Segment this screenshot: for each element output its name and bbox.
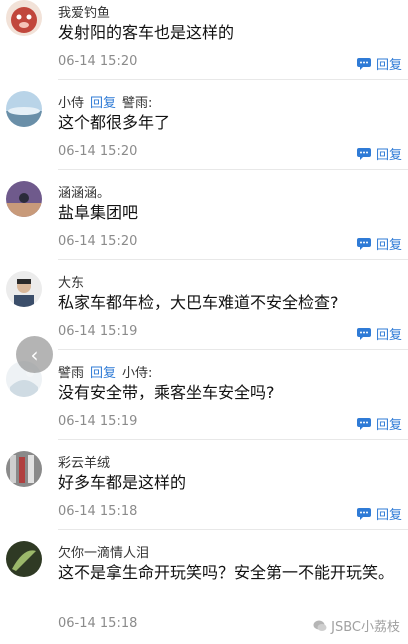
comment-meta: 06-14 15:20 回复 <box>58 234 402 254</box>
username[interactable]: 彩云羊绒 <box>58 456 110 471</box>
timestamp: 06-14 15:18 <box>58 616 138 631</box>
reply-button[interactable]: 回复 <box>356 504 402 523</box>
reply-label[interactable]: 回复 <box>376 414 402 433</box>
chevron-left-icon: ‹ <box>30 342 39 367</box>
reply-to-username[interactable]: 小侍: <box>122 366 152 381</box>
wechat-icon <box>313 620 327 631</box>
reply-label[interactable]: 回复 <box>376 144 402 163</box>
comment-item: 彩云羊绒 好多车都是这样的 06-14 15:18 回复 <box>0 440 408 530</box>
comment-text: 这个都很多年了 <box>58 113 171 132</box>
comment-username-line: 譬雨 回复 小侍: <box>58 362 152 381</box>
comment-username[interactable]: 涵涵涵。 <box>58 182 110 201</box>
comment-item: 小侍 回复 譬雨: 这个都很多年了 06-14 15:20 回复 <box>0 80 408 170</box>
avatar[interactable] <box>6 451 42 487</box>
username[interactable]: 欠你一滴情人泪 <box>58 546 149 561</box>
comment-meta: 06-14 15:19 回复 <box>58 414 402 434</box>
reply-tag: 回复 <box>90 96 117 111</box>
comment-bubble-icon <box>356 147 371 160</box>
username[interactable]: 涵涵涵。 <box>58 186 110 201</box>
reply-button[interactable]: 回复 <box>356 324 402 343</box>
avatar[interactable] <box>6 271 42 307</box>
reply-button[interactable]: 回复 <box>356 234 402 253</box>
watermark-text: JSBC小荔枝 <box>331 620 400 635</box>
timestamp: 06-14 15:19 <box>58 324 138 339</box>
avatar[interactable] <box>6 0 42 36</box>
reply-button[interactable]: 回复 <box>356 54 402 73</box>
comment-username-line: 小侍 回复 譬雨: <box>58 92 152 111</box>
timestamp: 06-14 15:20 <box>58 234 138 249</box>
comment-meta: 06-14 15:19 回复 <box>58 324 402 344</box>
reply-label[interactable]: 回复 <box>376 234 402 253</box>
avatar[interactable] <box>6 91 42 127</box>
reply-label[interactable]: 回复 <box>376 504 402 523</box>
comment-feed: 我爱钓鱼 发射阳的客车也是这样的 06-14 15:20 回复 小侍 回复 譬雨: … <box>0 0 408 644</box>
back-button[interactable]: ‹ <box>16 336 53 373</box>
comment-text: 没有安全带，乘客坐车安全吗? <box>58 383 275 402</box>
username[interactable]: 我爱钓鱼 <box>58 6 110 21</box>
reply-to-username[interactable]: 譬雨: <box>122 96 152 111</box>
comment-username[interactable]: 欠你一滴情人泪 <box>58 542 149 561</box>
comment-item: 大东 私家车都年检，大巴车难道不安全检查? 06-14 15:19 回复 <box>0 260 408 350</box>
timestamp: 06-14 15:18 <box>58 504 138 519</box>
username[interactable]: 譬雨 <box>58 366 84 381</box>
comment-bubble-icon <box>356 327 371 340</box>
reply-tag: 回复 <box>90 366 117 381</box>
comment-text: 盐阜集团吧 <box>58 203 139 222</box>
comment-meta: 06-14 15:18 回复 <box>58 504 402 524</box>
reply-label[interactable]: 回复 <box>376 324 402 343</box>
comment-item: 涵涵涵。 盐阜集团吧 06-14 15:20 回复 <box>0 170 408 260</box>
comment-username[interactable]: 大东 <box>58 272 84 291</box>
username[interactable]: 小侍 <box>58 96 84 111</box>
comment-username[interactable]: 彩云羊绒 <box>58 452 110 471</box>
username[interactable]: 大东 <box>58 276 84 291</box>
comment-bubble-icon <box>356 417 371 430</box>
watermark: JSBC小荔枝 <box>313 616 400 635</box>
comment-text: 发射阳的客车也是这样的 <box>58 23 235 42</box>
comment-bubble-icon <box>356 237 371 250</box>
reply-label[interactable]: 回复 <box>376 54 402 73</box>
comment-meta: 06-14 15:20 回复 <box>58 54 402 74</box>
comment-item: 我爱钓鱼 发射阳的客车也是这样的 06-14 15:20 回复 <box>0 0 408 80</box>
comment-text: 这不是拿生命开玩笑吗？安全第一不能开玩笑。 <box>58 563 395 582</box>
reply-button[interactable]: 回复 <box>356 144 402 163</box>
timestamp: 06-14 15:20 <box>58 54 138 69</box>
avatar[interactable] <box>6 541 42 577</box>
avatar[interactable] <box>6 181 42 217</box>
comment-item: 譬雨 回复 小侍: 没有安全带，乘客坐车安全吗? 06-14 15:19 回复 <box>0 350 408 440</box>
timestamp: 06-14 15:19 <box>58 414 138 429</box>
timestamp: 06-14 15:20 <box>58 144 138 159</box>
reply-button[interactable]: 回复 <box>356 414 402 433</box>
comment-text: 私家车都年检，大巴车难道不安全检查? <box>58 293 339 312</box>
comment-bubble-icon <box>356 507 371 520</box>
comment-meta: 06-14 15:20 回复 <box>58 144 402 164</box>
comment-username[interactable]: 我爱钓鱼 <box>58 2 110 21</box>
comment-bubble-icon <box>356 57 371 70</box>
comment-text: 好多车都是这样的 <box>58 473 187 492</box>
